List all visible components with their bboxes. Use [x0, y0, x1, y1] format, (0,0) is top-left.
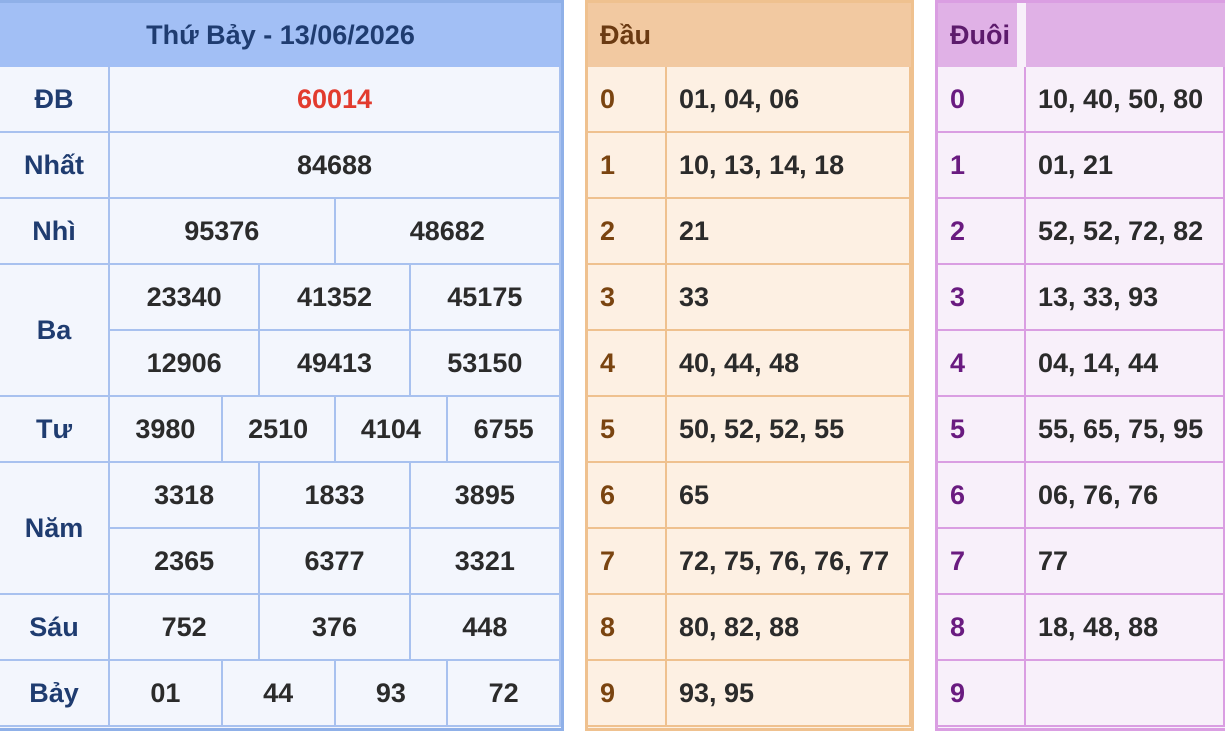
dau-table: Đầu 0 01, 04, 06 1 10, 13, 14, 18 2 21 3 33 4 40,…	[585, 0, 914, 731]
dau-values: 65	[667, 463, 911, 529]
prize-number: 3980	[110, 397, 223, 463]
special-prize-number: 60014	[110, 67, 561, 133]
prize-number: 44	[222, 661, 336, 727]
prize-number: 48682	[335, 199, 561, 265]
prize-label: Năm	[0, 463, 110, 595]
prize-number: 93	[335, 661, 449, 727]
prize-number: 12906	[110, 331, 261, 397]
duoi-digit: 7	[938, 529, 1026, 595]
duoi-values: 10, 40, 50, 80	[1026, 67, 1225, 133]
duoi-values: 52, 52, 72, 82	[1026, 199, 1225, 265]
dau-values: 01, 04, 06	[667, 67, 911, 133]
duoi-digit: 8	[938, 595, 1026, 661]
duoi-digit: 0	[938, 67, 1026, 133]
dau-digit: 6	[588, 463, 667, 529]
duoi-digit: 6	[938, 463, 1026, 529]
duoi-header: Đuôi	[938, 3, 1017, 67]
prize-number: 01	[110, 661, 223, 727]
dau-values: 33	[667, 265, 911, 331]
prize-label: Ba	[0, 265, 110, 397]
duoi-values: 18, 48, 88	[1026, 595, 1225, 661]
duoi-table: Đuôi 0 10, 40, 50, 80 1 01, 21 2 52, 52, 72, …	[935, 0, 1225, 731]
prize-number: 1833	[260, 463, 411, 529]
dau-digit: 9	[588, 661, 667, 727]
prize-number: 6377	[260, 529, 411, 595]
prize-number: 376	[260, 595, 411, 661]
prize-number: 3895	[410, 463, 561, 529]
dau-digit: 5	[588, 397, 667, 463]
prize-number: 41352	[260, 265, 411, 331]
prize-number: 95376	[110, 199, 336, 265]
dau-digit: 4	[588, 331, 667, 397]
duoi-digit: 9	[938, 661, 1026, 727]
prize-number: 2510	[222, 397, 336, 463]
prize-number: 72	[448, 661, 561, 727]
dau-values: 72, 75, 76, 76, 77	[667, 529, 911, 595]
prize-label: ĐB	[0, 67, 110, 133]
dau-values: 50, 52, 52, 55	[667, 397, 911, 463]
prize-number: 45175	[410, 265, 561, 331]
prize-number: 23340	[110, 265, 261, 331]
duoi-values: 04, 14, 44	[1026, 331, 1225, 397]
prize-label: Tư	[0, 397, 110, 463]
prize-number: 84688	[110, 133, 561, 199]
prize-number: 4104	[335, 397, 449, 463]
dau-values: 21	[667, 199, 911, 265]
duoi-values: 01, 21	[1026, 133, 1225, 199]
duoi-values: 55, 65, 75, 95	[1026, 397, 1225, 463]
duoi-digit: 4	[938, 331, 1026, 397]
prize-number: 2365	[110, 529, 261, 595]
results-title: Thứ Bảy - 13/06/2026	[0, 3, 561, 67]
prize-label: Nhì	[0, 199, 110, 265]
duoi-values: 13, 33, 93	[1026, 265, 1225, 331]
prize-label: Nhất	[0, 133, 110, 199]
duoi-digit: 5	[938, 397, 1026, 463]
dau-digit: 1	[588, 133, 667, 199]
duoi-values: 06, 76, 76	[1026, 463, 1225, 529]
duoi-values	[1026, 661, 1225, 727]
duoi-digit: 1	[938, 133, 1026, 199]
duoi-digit: 2	[938, 199, 1026, 265]
prize-label: Bảy	[0, 661, 110, 727]
dau-header: Đầu	[588, 3, 667, 67]
dau-digit: 2	[588, 199, 667, 265]
prize-number: 3321	[410, 529, 561, 595]
dau-digit: 3	[588, 265, 667, 331]
dau-values: 93, 95	[667, 661, 911, 727]
prize-number: 752	[110, 595, 261, 661]
dau-values: 40, 44, 48	[667, 331, 911, 397]
duoi-digit: 3	[938, 265, 1026, 331]
dau-digit: 7	[588, 529, 667, 595]
results-table: Thứ Bảy - 13/06/2026 ĐB 60014 Nhất 84688 Nhì…	[0, 0, 564, 731]
prize-number: 53150	[410, 331, 561, 397]
prize-number: 448	[410, 595, 561, 661]
dau-values: 80, 82, 88	[667, 595, 911, 661]
duoi-header-blank	[1026, 3, 1225, 67]
dau-digit: 8	[588, 595, 667, 661]
prize-label: Sáu	[0, 595, 110, 661]
dau-header-blank	[667, 3, 911, 67]
prize-number: 3318	[110, 463, 261, 529]
prize-number: 49413	[260, 331, 411, 397]
prize-number: 6755	[448, 397, 561, 463]
duoi-values: 77	[1026, 529, 1225, 595]
dau-values: 10, 13, 14, 18	[667, 133, 911, 199]
dau-digit: 0	[588, 67, 667, 133]
